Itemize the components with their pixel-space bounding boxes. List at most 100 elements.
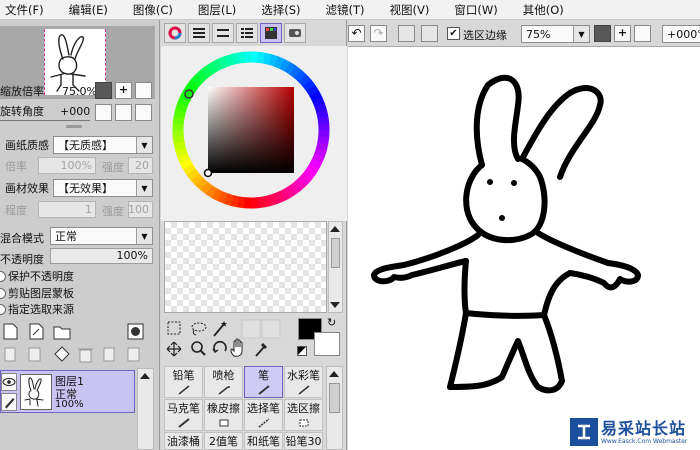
mixer-tab[interactable] <box>236 23 258 43</box>
brush-airbrush[interactable]: 喷枪 <box>204 366 243 398</box>
menu-file[interactable]: 文件(F) <box>0 2 44 18</box>
hue-ring-segment[interactable] <box>274 56 285 70</box>
hue-wheel[interactable] <box>161 46 347 221</box>
merge-layer-icon[interactable] <box>54 346 70 362</box>
menu-other[interactable]: 其他(O) <box>518 2 564 18</box>
brush-eraser[interactable]: 橡皮擦 <box>204 399 243 431</box>
zoom-icon[interactable] <box>191 341 206 356</box>
brush-washi[interactable]: 和纸笔 <box>244 432 283 450</box>
rotate-left-button[interactable] <box>95 104 112 121</box>
magic-wand-icon[interactable] <box>213 321 227 337</box>
scratchpad-tab[interactable] <box>284 23 306 43</box>
layer-mask-icon[interactable] <box>127 323 144 340</box>
hue-ring-segment[interactable] <box>262 52 273 66</box>
sv-marker[interactable] <box>203 168 213 178</box>
hue-ring-segment[interactable] <box>309 90 323 103</box>
hue-ring-segment[interactable] <box>309 158 323 170</box>
secondary-color-swatch[interactable] <box>314 332 340 356</box>
brush-pencil[interactable]: 铅笔 <box>164 366 203 398</box>
blend-mode-select[interactable]: 正常 ▼ <box>50 227 153 245</box>
selection-source-row[interactable]: 指定选取来源 <box>0 300 74 318</box>
swatch-tab[interactable] <box>260 23 282 43</box>
color-wheel-tab[interactable] <box>164 23 186 43</box>
selection-source-checkbox[interactable] <box>0 303 6 315</box>
zoom-reset-button[interactable] <box>135 82 152 99</box>
hue-ring-segment[interactable] <box>314 147 327 158</box>
undo-icon[interactable]: ↶ <box>348 25 365 42</box>
scroll-up-icon[interactable] <box>330 226 340 232</box>
swap-colors-icon[interactable]: ↻ <box>327 316 336 329</box>
rgb-slider-tab[interactable] <box>188 23 210 43</box>
hue-ring-segment[interactable] <box>261 195 272 208</box>
eye-icon[interactable] <box>1 373 17 391</box>
hue-ring-segment[interactable] <box>186 78 200 92</box>
rotate-right-button[interactable] <box>115 104 132 121</box>
lasso-icon[interactable] <box>191 322 207 336</box>
hue-ring-segment[interactable] <box>175 102 188 113</box>
hue-ring-segment[interactable] <box>190 73 204 87</box>
hue-ring-segment[interactable] <box>279 58 291 72</box>
reset-colors-icon[interactable] <box>297 346 307 356</box>
hue-ring-segment[interactable] <box>289 181 302 195</box>
copy-layer-icon[interactable] <box>4 347 16 362</box>
hue-ring-segment[interactable] <box>190 172 204 186</box>
zoom-out-button[interactable] <box>95 82 112 99</box>
hue-ring-segment[interactable] <box>284 185 297 199</box>
scroll-down-icon[interactable] <box>330 302 340 308</box>
hue-ring-segment[interactable] <box>182 163 196 176</box>
menu-select[interactable]: 选择(S) <box>256 2 300 18</box>
brush-pen[interactable]: 笔 <box>244 366 283 398</box>
menu-edit[interactable]: 编辑(E) <box>64 2 108 18</box>
hue-ring-segment[interactable] <box>230 52 241 65</box>
panel-resize-grip[interactable] <box>66 125 82 128</box>
hue-ring-segment[interactable] <box>298 173 312 187</box>
effect-select[interactable]: 【无效果】 ▼ <box>53 179 153 197</box>
hsv-slider-tab[interactable] <box>212 23 234 43</box>
hue-ring-segment[interactable] <box>311 153 325 164</box>
hue-ring-segment[interactable] <box>217 190 228 204</box>
hue-ring-segment[interactable] <box>177 96 191 107</box>
canvas[interactable] <box>348 47 700 450</box>
hue-ring-segment[interactable] <box>302 168 316 182</box>
hue-ring-segment[interactable] <box>205 184 218 198</box>
invert-selection-icon[interactable] <box>421 25 438 42</box>
brush-pencil30[interactable]: 铅笔30 <box>284 432 323 450</box>
effect-strength-field[interactable]: 100 <box>128 201 153 218</box>
delete-layer-icon[interactable] <box>78 348 93 363</box>
redo-icon[interactable]: ↷ <box>370 25 387 42</box>
hue-ring-segment[interactable] <box>302 79 316 92</box>
hue-ring-segment[interactable] <box>305 163 319 176</box>
hue-ring-segment[interactable] <box>194 177 208 191</box>
hue-ring-segment[interactable] <box>278 188 291 202</box>
hue-ring-segment[interactable] <box>298 74 312 88</box>
hue-ring-segment[interactable] <box>211 188 223 202</box>
hue-ring-segment[interactable] <box>314 103 328 114</box>
hue-ring-segment[interactable] <box>172 115 185 125</box>
brush-scrollbar[interactable] <box>326 366 343 450</box>
hue-ring-segment[interactable] <box>293 177 307 191</box>
brush-watercolor[interactable]: 水彩笔 <box>284 366 323 398</box>
rotate-reset-button[interactable] <box>135 104 152 121</box>
hue-ring-segment[interactable] <box>256 196 265 209</box>
scroll-thumb[interactable] <box>329 383 340 413</box>
protect-opacity-row[interactable]: 保护不透明度 <box>0 267 74 285</box>
hue-ring-segment[interactable] <box>172 135 185 144</box>
hue-ring-segment[interactable] <box>229 194 240 208</box>
hue-ring-segment[interactable] <box>205 61 218 75</box>
layer-scrollbar[interactable] <box>137 368 154 450</box>
deselect-icon[interactable] <box>398 25 415 42</box>
hue-ring-segment[interactable] <box>268 54 279 67</box>
hue-ring-segment[interactable] <box>267 193 278 207</box>
hue-ring-segment[interactable] <box>237 51 246 64</box>
paper-strength-field[interactable]: 20 <box>128 157 153 174</box>
new-folder-icon[interactable] <box>53 326 71 340</box>
brush-select-pen[interactable]: 选择笔 <box>244 399 283 431</box>
menu-filter[interactable]: 滤镜(T) <box>321 2 365 18</box>
rotate-slider-track[interactable] <box>0 120 90 121</box>
canvas-zoom-reset-button[interactable] <box>634 25 651 42</box>
canvas-zoom-select[interactable]: 75% ▼ <box>521 25 590 43</box>
clip-layer-checkbox[interactable] <box>0 287 6 299</box>
swatch-scrollbar[interactable] <box>328 221 343 313</box>
effect-degree-field[interactable]: 1 <box>38 201 96 218</box>
merge-down-icon[interactable] <box>103 347 115 362</box>
